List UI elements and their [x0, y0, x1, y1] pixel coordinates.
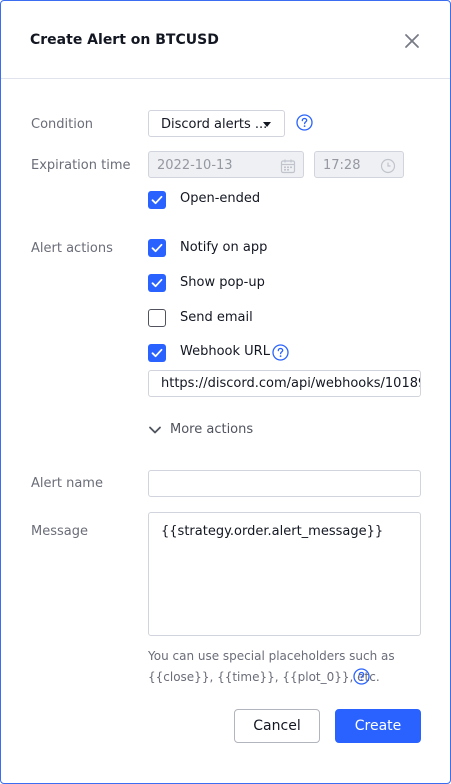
notify-on-app-checkbox[interactable] — [148, 239, 166, 257]
show-popup-label[interactable]: Show pop-up — [180, 275, 265, 290]
create-button[interactable]: Create — [335, 709, 421, 743]
webhook-url-checkbox[interactable] — [148, 344, 166, 362]
close-icon[interactable] — [403, 32, 421, 50]
clock-icon — [380, 157, 396, 174]
open-ended-label[interactable]: Open-ended — [180, 191, 260, 206]
question-circle-icon[interactable] — [272, 344, 289, 361]
dialog-title: Create Alert on BTCUSD — [30, 32, 219, 48]
placeholder-hint-line1: You can use special placeholders such as — [148, 649, 395, 663]
alert-actions-label: Alert actions — [31, 241, 113, 256]
placeholder-hint-line2: {{close}}, {{time}}, {{plot_0}}, etc. — [148, 670, 380, 684]
calendar-icon — [280, 157, 296, 174]
question-circle-icon[interactable] — [353, 668, 370, 685]
expiration-date-input[interactable]: 2022-10-13 — [148, 151, 304, 178]
expiration-label: Expiration time — [31, 158, 131, 173]
dialog-header: Create Alert on BTCUSD — [1, 1, 450, 79]
condition-label: Condition — [31, 117, 94, 132]
show-popup-checkbox[interactable] — [148, 274, 166, 292]
condition-selected-value: Discord alerts ... — [161, 117, 268, 132]
check-icon — [151, 195, 163, 205]
webhook-url-input[interactable]: https://discord.com/api/webhooks/10189 — [148, 370, 421, 397]
notify-on-app-label[interactable]: Notify on app — [180, 240, 267, 255]
send-email-label[interactable]: Send email — [180, 310, 253, 325]
alert-name-label: Alert name — [31, 476, 103, 491]
expiration-time-input[interactable]: 17:28 — [314, 151, 404, 178]
message-label: Message — [31, 524, 88, 539]
caret-down-icon — [263, 122, 271, 127]
cancel-button[interactable]: Cancel — [234, 709, 320, 743]
check-icon — [151, 348, 163, 358]
send-email-checkbox[interactable] — [148, 309, 166, 327]
check-icon — [151, 243, 163, 253]
open-ended-checkbox[interactable] — [148, 191, 166, 209]
check-icon — [151, 278, 163, 288]
more-actions-label: More actions — [170, 422, 254, 437]
alert-name-input[interactable] — [148, 470, 421, 497]
chevron-down-icon — [149, 426, 161, 434]
condition-select[interactable]: Discord alerts ... — [148, 110, 285, 137]
create-alert-dialog: Create Alert on BTCUSD Condition Discord… — [0, 0, 451, 784]
webhook-url-label[interactable]: Webhook URL — [180, 344, 270, 359]
expiration-time-value: 17:28 — [323, 158, 361, 173]
message-textarea[interactable]: {{strategy.order.alert_message}} — [148, 512, 421, 636]
expiration-date-value: 2022-10-13 — [157, 158, 233, 173]
question-circle-icon[interactable] — [296, 114, 313, 131]
